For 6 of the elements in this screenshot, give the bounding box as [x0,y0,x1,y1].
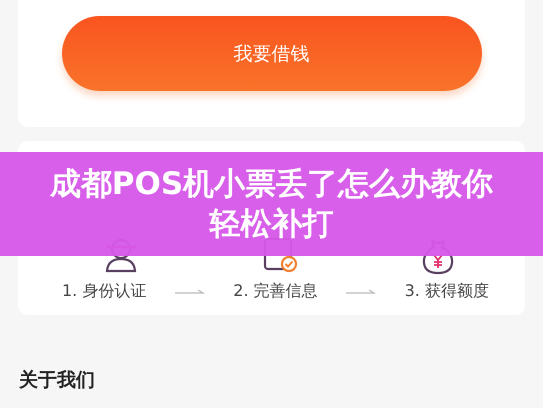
banner-title: 成都POS机小票丢了怎么办教你轻松补打 [48,165,494,244]
loan-button[interactable]: 我要借钱 [62,16,482,91]
step-label: 1. 身份认证 [62,281,146,302]
section-title: 关于我们 [19,368,96,393]
step-label: 3. 获得额度 [404,281,489,302]
step-label: 2. 完善信息 [233,281,318,302]
